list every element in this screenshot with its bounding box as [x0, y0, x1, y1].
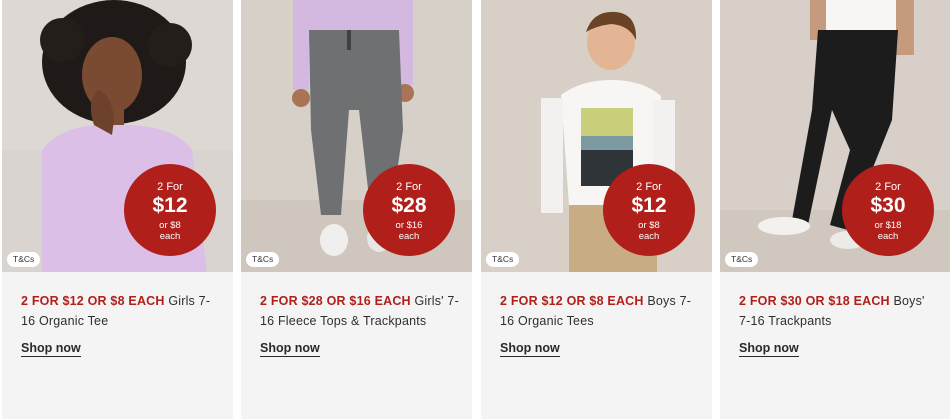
product-card[interactable]: T&Cs 2 For $28 or $16 each 2 FOR $28 OR … [241, 0, 472, 419]
product-card[interactable]: T&Cs 2 For $12 or $8 each 2 FOR $12 OR $… [2, 0, 233, 419]
promo-text: 2 FOR $30 OR $18 EACH [739, 294, 890, 308]
product-info: 2 FOR $28 OR $16 EACH Girls' 7-16 Fleece… [260, 291, 460, 357]
product-image[interactable]: T&Cs 2 For $12 or $8 each [481, 0, 712, 272]
product-card[interactable]: T&Cs 2 For $12 or $8 each 2 FOR $12 OR $… [481, 0, 712, 419]
product-grid: T&Cs 2 For $12 or $8 each 2 FOR $12 OR $… [0, 0, 950, 419]
badge-price: $12 [631, 194, 667, 217]
shop-now-link[interactable]: Shop now [739, 341, 799, 357]
badge-alt-price: or $18 [874, 220, 902, 231]
product-image[interactable]: T&Cs 2 For $12 or $8 each [2, 0, 233, 272]
promo-badge: 2 For $28 or $16 each [363, 164, 455, 256]
product-title[interactable]: 2 FOR $12 OR $8 EACH Girls 7-16 Organic … [21, 291, 221, 331]
promo-badge: 2 For $30 or $18 each [842, 164, 934, 256]
tcs-label[interactable]: T&Cs [7, 252, 41, 267]
shop-now-link[interactable]: Shop now [21, 341, 81, 357]
product-card[interactable]: T&Cs 2 For $30 or $18 each 2 FOR $30 OR … [720, 0, 950, 419]
product-title[interactable]: 2 FOR $30 OR $18 EACH Boys' 7-16 Trackpa… [739, 291, 939, 331]
product-image[interactable]: T&Cs 2 For $30 or $18 each [720, 0, 950, 272]
badge-alt-price: or $8 [638, 220, 660, 231]
promo-text: 2 FOR $28 OR $16 EACH [260, 294, 411, 308]
badge-each: each [638, 231, 660, 242]
product-title[interactable]: 2 FOR $28 OR $16 EACH Girls' 7-16 Fleece… [260, 291, 460, 331]
badge-line: 2 For [157, 181, 183, 193]
product-title[interactable]: 2 FOR $12 OR $8 EACH Boys 7-16 Organic T… [500, 291, 700, 331]
badge-each: each [877, 231, 899, 242]
badge-alt-price: or $8 [159, 220, 181, 231]
promo-badge: 2 For $12 or $8 each [603, 164, 695, 256]
badge-line: 2 For [396, 181, 422, 193]
badge-each: each [159, 231, 181, 242]
product-image[interactable]: T&Cs 2 For $28 or $16 each [241, 0, 472, 272]
badge-line: 2 For [636, 181, 662, 193]
badge-price: $12 [152, 194, 188, 217]
badge-line: 2 For [875, 181, 901, 193]
badge-alt-price: or $16 [395, 220, 423, 231]
tcs-label[interactable]: T&Cs [246, 252, 280, 267]
badge-each: each [398, 231, 420, 242]
product-info: 2 FOR $30 OR $18 EACH Boys' 7-16 Trackpa… [739, 291, 939, 357]
product-info: 2 FOR $12 OR $8 EACH Boys 7-16 Organic T… [500, 291, 700, 357]
badge-price: $30 [870, 194, 906, 217]
promo-text: 2 FOR $12 OR $8 EACH [500, 294, 644, 308]
shop-now-link[interactable]: Shop now [260, 341, 320, 357]
promo-badge: 2 For $12 or $8 each [124, 164, 216, 256]
badge-price: $28 [391, 194, 427, 217]
promo-text: 2 FOR $12 OR $8 EACH [21, 294, 165, 308]
product-info: 2 FOR $12 OR $8 EACH Girls 7-16 Organic … [21, 291, 221, 357]
shop-now-link[interactable]: Shop now [500, 341, 560, 357]
tcs-label[interactable]: T&Cs [725, 252, 759, 267]
tcs-label[interactable]: T&Cs [486, 252, 520, 267]
